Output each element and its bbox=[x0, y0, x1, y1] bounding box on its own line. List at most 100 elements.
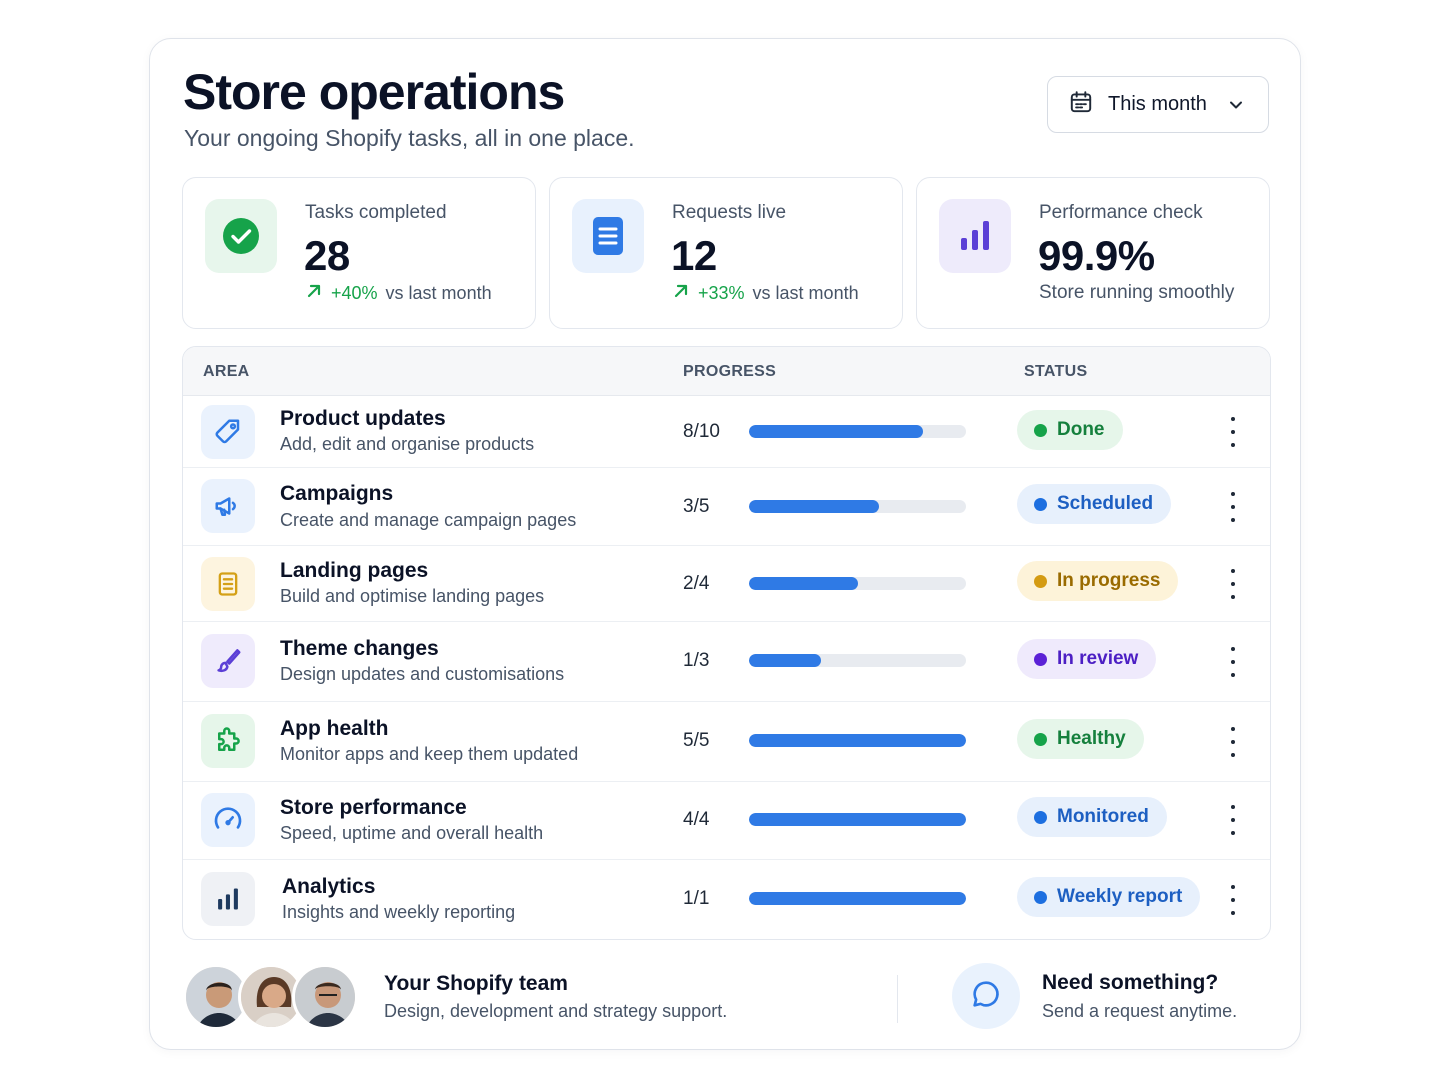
row-name: Product updates bbox=[280, 407, 446, 430]
stat-card-requests-live: Requests live 12 +33% vs last month bbox=[549, 177, 903, 329]
status-badge: In review bbox=[1017, 639, 1157, 679]
chat-bubble-icon bbox=[970, 978, 1002, 1015]
row-description: Build and optimise landing pages bbox=[280, 586, 545, 606]
page-subtitle: Your ongoing Shopify tasks, all in one p… bbox=[184, 125, 635, 151]
stat-value: 28 bbox=[304, 232, 350, 279]
stat-label: Performance check bbox=[1039, 202, 1203, 223]
row-name: Landing pages bbox=[280, 559, 429, 582]
operations-table: AREA PROGRESS STATUS Product updates Add… bbox=[182, 346, 1271, 940]
status-dot bbox=[1034, 497, 1047, 511]
stat-delta: +40% vs last month bbox=[305, 282, 492, 305]
puzzle-icon bbox=[201, 714, 255, 768]
status-dot bbox=[1034, 890, 1047, 904]
calendar-icon bbox=[1068, 89, 1094, 121]
table-row[interactable]: Theme changes Design updates and customi… bbox=[183, 622, 1270, 702]
row-description: Monitor apps and keep them updated bbox=[280, 744, 579, 764]
row-progress-count: 3/5 bbox=[683, 496, 710, 517]
row-name: App health bbox=[280, 717, 389, 740]
stat-value: 12 bbox=[671, 232, 717, 279]
gauge-icon bbox=[201, 793, 255, 847]
status-dot bbox=[1034, 810, 1047, 824]
period-select[interactable]: This month bbox=[1047, 76, 1269, 133]
progress-bar-fill bbox=[749, 813, 966, 826]
progress-bar bbox=[749, 813, 966, 826]
row-progress-count: 2/4 bbox=[683, 573, 710, 594]
avatar bbox=[292, 964, 358, 1030]
row-description: Add, edit and organise products bbox=[280, 434, 535, 454]
progress-bar bbox=[749, 892, 966, 905]
team-subtitle: Design, development and strategy support… bbox=[384, 1001, 728, 1021]
status-label: In progress bbox=[1057, 570, 1161, 591]
status-dot bbox=[1034, 423, 1047, 437]
more-options-icon[interactable] bbox=[1224, 647, 1242, 677]
status-label: Monitored bbox=[1057, 806, 1149, 827]
team-title: Your Shopify team bbox=[384, 972, 568, 995]
more-options-icon[interactable] bbox=[1224, 417, 1242, 447]
status-label: Done bbox=[1057, 419, 1105, 440]
stat-delta-note: vs last month bbox=[385, 283, 492, 303]
arrow-up-right-icon bbox=[305, 282, 323, 305]
need-something-subtitle: Send a request anytime. bbox=[1042, 1001, 1238, 1021]
stat-delta-note: vs last month bbox=[752, 283, 859, 303]
megaphone-icon bbox=[201, 479, 255, 533]
stat-delta-value: +33% bbox=[698, 283, 745, 303]
status-dot bbox=[1034, 574, 1047, 588]
status-dot bbox=[1034, 732, 1047, 746]
stat-delta-value: +40% bbox=[331, 283, 378, 303]
brush-icon bbox=[201, 634, 255, 688]
status-badge: Done bbox=[1017, 410, 1123, 450]
column-header-progress: PROGRESS bbox=[683, 363, 777, 380]
status-badge: Monitored bbox=[1017, 797, 1167, 837]
more-options-icon[interactable] bbox=[1224, 805, 1242, 835]
tag-icon bbox=[201, 405, 255, 459]
document-icon bbox=[572, 199, 644, 273]
more-options-icon[interactable] bbox=[1224, 885, 1242, 915]
table-row[interactable]: Campaigns Create and manage campaign pag… bbox=[183, 468, 1270, 546]
row-name: Analytics bbox=[282, 875, 376, 898]
footer-divider bbox=[897, 975, 898, 1023]
status-badge: Healthy bbox=[1017, 719, 1144, 759]
page-title: Store operations bbox=[183, 64, 565, 120]
row-description: Insights and weekly reporting bbox=[282, 902, 516, 922]
table-row[interactable]: Product updates Add, edit and organise p… bbox=[183, 396, 1270, 468]
table-header: AREA PROGRESS STATUS bbox=[183, 347, 1270, 396]
check-circle-icon bbox=[205, 199, 277, 273]
progress-bar bbox=[749, 734, 966, 747]
table-row[interactable]: Analytics Insights and weekly reporting … bbox=[183, 860, 1270, 939]
period-select-value: This month bbox=[1108, 93, 1207, 115]
status-badge: In progress bbox=[1017, 561, 1179, 601]
store-operations-card: Store operations Your ongoing Shopify ta… bbox=[149, 38, 1301, 1050]
chat-request-button[interactable] bbox=[952, 963, 1020, 1029]
table-row[interactable]: Landing pages Build and optimise landing… bbox=[183, 546, 1270, 622]
status-label: In review bbox=[1057, 648, 1139, 669]
row-description: Design updates and customisations bbox=[280, 664, 565, 684]
more-options-icon[interactable] bbox=[1224, 492, 1242, 522]
row-progress-count: 1/1 bbox=[683, 888, 710, 909]
column-header-area: AREA bbox=[203, 363, 250, 380]
bar-chart-icon bbox=[201, 872, 255, 926]
status-label: Healthy bbox=[1057, 728, 1126, 749]
more-options-icon[interactable] bbox=[1224, 727, 1242, 757]
arrow-up-right-icon bbox=[672, 282, 690, 305]
table-row[interactable]: Store performance Speed, uptime and over… bbox=[183, 782, 1270, 860]
row-name: Campaigns bbox=[280, 482, 394, 505]
bar-chart-icon bbox=[939, 199, 1011, 273]
column-header-status: STATUS bbox=[1024, 363, 1088, 380]
row-progress-count: 5/5 bbox=[683, 730, 710, 751]
progress-bar-fill bbox=[749, 734, 966, 747]
progress-bar bbox=[749, 500, 966, 513]
row-progress-count: 4/4 bbox=[683, 809, 710, 830]
progress-bar-fill bbox=[749, 654, 821, 667]
status-dot bbox=[1034, 652, 1047, 666]
chevron-down-icon bbox=[1226, 95, 1246, 121]
progress-bar-fill bbox=[749, 425, 923, 438]
row-description: Create and manage campaign pages bbox=[280, 510, 577, 530]
need-something-title: Need something? bbox=[1042, 971, 1219, 994]
status-label: Weekly report bbox=[1057, 886, 1183, 907]
table-row[interactable]: App health Monitor apps and keep them up… bbox=[183, 702, 1270, 782]
row-name: Theme changes bbox=[280, 637, 439, 660]
progress-bar bbox=[749, 577, 966, 590]
progress-bar-fill bbox=[749, 577, 858, 590]
more-options-icon[interactable] bbox=[1224, 569, 1242, 599]
stat-card-performance-check: Performance check 99.9% Store running sm… bbox=[916, 177, 1270, 329]
